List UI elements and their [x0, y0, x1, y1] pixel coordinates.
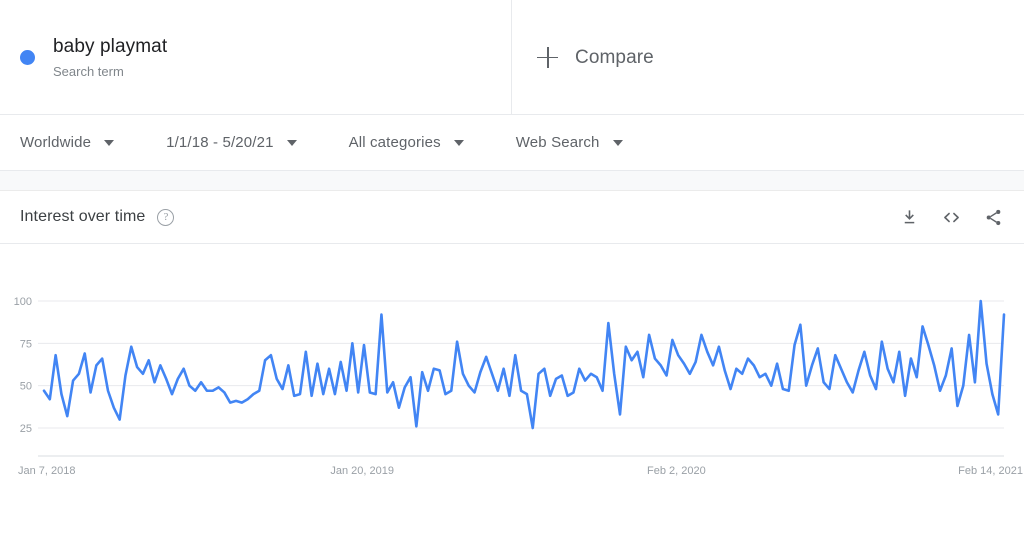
- card-header: Interest over time ?: [0, 191, 1024, 244]
- chevron-down-icon: [612, 139, 623, 146]
- location-filter-label: Worldwide: [20, 134, 92, 151]
- interest-over-time-card: Interest over time ? 25 50 75 100 Jan 7,…: [0, 191, 1024, 494]
- x-axis-tick-label: Feb 14, 2021: [958, 465, 1023, 477]
- date-range-filter-label: 1/1/18 - 5/20/21: [166, 134, 274, 151]
- page-title: Interest over time: [20, 208, 146, 225]
- embed-code-icon[interactable]: [940, 206, 962, 228]
- search-term-title: baby playmat: [53, 35, 168, 57]
- x-axis-tick-label: Jan 20, 2019: [330, 465, 394, 477]
- y-axis-tick-label: 75: [20, 338, 32, 350]
- series-color-dot: [20, 50, 35, 65]
- x-axis-tick-label: Feb 2, 2020: [647, 465, 706, 477]
- compare-label: Compare: [575, 46, 654, 68]
- trend-chart-svg: 25 50 75 100 Jan 7, 2018 Jan 20, 2019 Feb 2, 2…: [14, 296, 1023, 477]
- interest-over-time-chart[interactable]: 25 50 75 100 Jan 7, 2018 Jan 20, 2019 Feb 2, 2…: [0, 244, 1024, 494]
- search-type-filter-label: Web Search: [515, 134, 600, 151]
- download-icon[interactable]: [898, 206, 920, 228]
- chevron-down-icon: [104, 139, 115, 146]
- x-axis-tick-label: Jan 7, 2018: [18, 465, 76, 477]
- location-filter[interactable]: Worldwide: [20, 134, 115, 151]
- category-filter[interactable]: All categories: [349, 134, 464, 151]
- chevron-down-icon: [453, 139, 464, 146]
- category-filter-label: All categories: [348, 134, 441, 151]
- section-divider: [0, 171, 1024, 191]
- plus-icon: [537, 46, 559, 69]
- chevron-down-icon: [286, 139, 297, 146]
- search-term-subtitle: Search term: [53, 63, 124, 79]
- y-axis-tick-label: 25: [20, 423, 32, 435]
- search-type-filter[interactable]: Web Search: [516, 134, 623, 151]
- date-range-filter[interactable]: 1/1/18 - 5/20/21: [166, 134, 297, 151]
- search-term-card[interactable]: baby playmat Search term: [0, 0, 512, 115]
- share-icon[interactable]: [982, 206, 1004, 228]
- help-circle-icon[interactable]: ?: [157, 208, 175, 226]
- filter-bar: Worldwide 1/1/18 - 5/20/21 All categorie…: [0, 115, 1024, 171]
- search-term-bar: baby playmat Search term Compare: [0, 0, 1024, 115]
- add-comparison-button[interactable]: Compare: [512, 0, 1024, 115]
- y-axis-tick-label: 100: [14, 296, 32, 308]
- trend-line: [42, 299, 1006, 430]
- y-axis-tick-label: 50: [20, 381, 32, 393]
